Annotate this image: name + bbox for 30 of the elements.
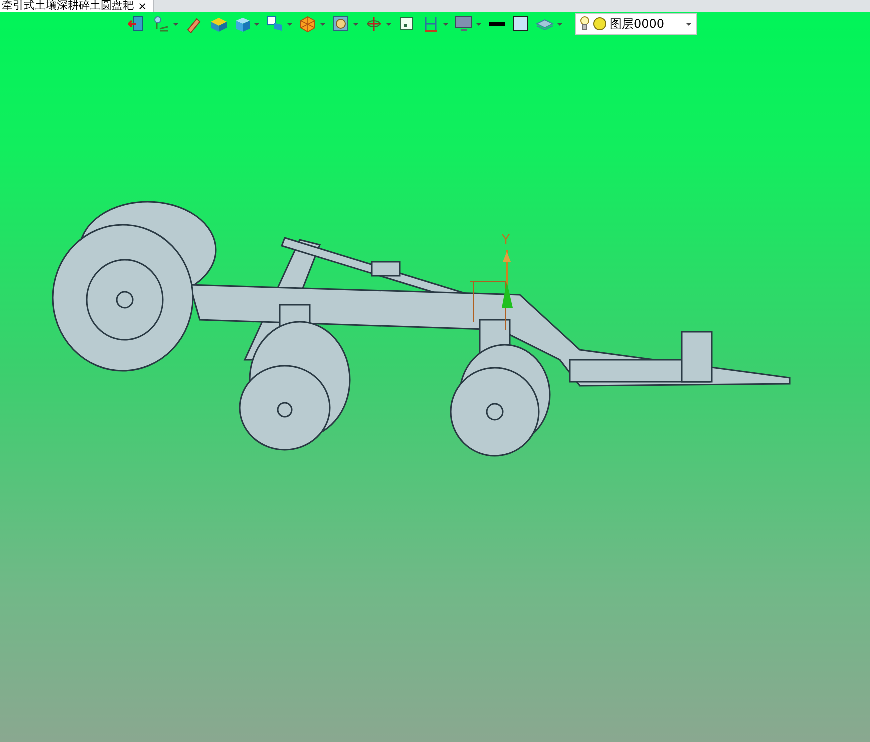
door-arrow-icon[interactable] bbox=[128, 15, 146, 33]
close-button[interactable]: × bbox=[138, 0, 148, 12]
lamp-icon[interactable] bbox=[152, 15, 170, 33]
zoom-frame-icon[interactable] bbox=[332, 15, 350, 33]
panel-icon[interactable] bbox=[398, 15, 416, 33]
layout-icon[interactable] bbox=[422, 15, 440, 33]
axis-label: Y bbox=[502, 233, 510, 248]
dropdown-caret-icon[interactable] bbox=[686, 22, 692, 26]
box-icon[interactable] bbox=[209, 15, 227, 33]
dropdown-caret-icon[interactable] bbox=[254, 22, 260, 26]
crosshair-icon[interactable] bbox=[365, 15, 383, 33]
layer-dropdown[interactable]: 图层0000 bbox=[575, 13, 697, 35]
dropdown-caret-icon[interactable] bbox=[353, 22, 359, 26]
dropdown-caret-icon[interactable] bbox=[287, 22, 293, 26]
dropdown-caret-icon[interactable] bbox=[476, 22, 482, 26]
cube-icon[interactable] bbox=[233, 15, 251, 33]
sun-icon[interactable] bbox=[593, 17, 607, 31]
dropdown-caret-icon[interactable] bbox=[173, 22, 179, 26]
lightbulb-icon[interactable] bbox=[580, 16, 590, 32]
polygon-icon[interactable] bbox=[299, 15, 317, 33]
dropdown-caret-icon[interactable] bbox=[386, 22, 392, 26]
cube-window-icon[interactable] bbox=[266, 15, 284, 33]
axis-triad-icon bbox=[470, 250, 513, 330]
dropdown-caret-icon[interactable] bbox=[443, 22, 449, 26]
monitor-icon[interactable] bbox=[455, 15, 473, 33]
tab-title: 牵引式土壤深耕碎土圆盘耙 bbox=[2, 0, 134, 12]
dropdown-caret-icon[interactable] bbox=[557, 22, 563, 26]
fill-swatch-icon[interactable] bbox=[512, 15, 530, 33]
document-tab[interactable]: 牵引式土壤深耕碎土圆盘耙 × bbox=[0, 0, 154, 12]
dropdown-caret-icon[interactable] bbox=[320, 22, 326, 26]
